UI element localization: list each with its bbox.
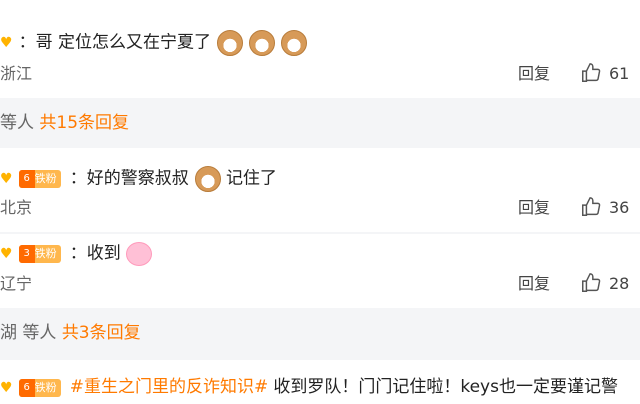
comment-3-like-count: 28: [609, 274, 630, 293]
comment-1-location: 浙江: [0, 64, 33, 83]
comment-3: ♥ 3 铁粉 ：收到: [0, 242, 152, 266]
heart-icon: ♥: [0, 246, 13, 262]
badge-label: 铁粉: [34, 247, 57, 260]
thumbs-up-icon[interactable]: [580, 272, 602, 298]
reply-summary-2[interactable]: 湖 等人 共3条回复: [0, 322, 141, 344]
heart-icon: ♥: [0, 171, 13, 187]
fan-badge: 3 铁粉: [18, 245, 61, 263]
cat-emoji-icon: [217, 30, 244, 56]
pig-emoji-icon: [125, 242, 152, 266]
cat-emoji-icon: [194, 166, 221, 192]
comment-2-text-after: 记住了: [225, 168, 277, 189]
badge-level: 3: [18, 245, 35, 263]
reply-summary-1-link[interactable]: 共15条回复: [39, 113, 129, 133]
reply-summary-1[interactable]: 等人 共15条回复: [0, 112, 129, 134]
thumbs-up-icon[interactable]: [580, 196, 602, 222]
comment-2: ♥ 6 铁粉 ：好的警察叔叔 记住了: [0, 166, 277, 192]
comment-2-reply-button[interactable]: 回复: [518, 198, 550, 218]
comment-2-text-before: ：好的警察叔叔: [69, 168, 189, 189]
cat-emoji-icon: [249, 30, 276, 56]
comment-2-like-count: 36: [609, 198, 630, 217]
badge-level: 6: [18, 170, 35, 188]
heart-icon: ♥: [0, 35, 13, 51]
comment-3-reply-button[interactable]: 回复: [518, 274, 550, 294]
heart-icon: ♥: [0, 379, 13, 396]
comment-3-location: 辽宁: [0, 274, 33, 293]
comment-4-hashtag[interactable]: #重生之门里的反诈知识#: [70, 377, 269, 397]
badge-label: 铁粉: [34, 380, 57, 394]
thumbs-up-icon[interactable]: [580, 62, 602, 88]
comment-3-text: ：收到: [69, 243, 121, 264]
comment-4-text: 收到罗队！门门记住啦！keys也一定要谨记警: [273, 377, 618, 397]
reply-summary-2-link[interactable]: 共3条回复: [62, 323, 141, 343]
comment-1-text: ：哥 定位怎么又在宁夏了: [18, 32, 212, 53]
reply-summary-1-prefix: 等人: [0, 113, 34, 133]
reply-summary-2-prefix: 湖 等人: [0, 323, 57, 343]
comment-1-reply-button[interactable]: 回复: [518, 64, 550, 84]
fan-badge: 6 铁粉: [18, 170, 61, 188]
comment-1-like-count: 61: [609, 64, 630, 83]
cat-emoji-icon: [281, 30, 308, 56]
badge-label: 铁粉: [34, 172, 57, 185]
divider: [0, 232, 640, 234]
badge-level: 6: [18, 378, 35, 397]
comment-1: ♥ ：哥 定位怎么又在宁夏了: [0, 30, 308, 56]
comment-4: ♥ 6 铁粉 #重生之门里的反诈知识# 收到罗队！门门记住啦！keys也一定要谨…: [0, 376, 618, 398]
comment-2-location: 北京: [0, 198, 33, 217]
fan-badge: 6 铁粉: [18, 378, 61, 397]
